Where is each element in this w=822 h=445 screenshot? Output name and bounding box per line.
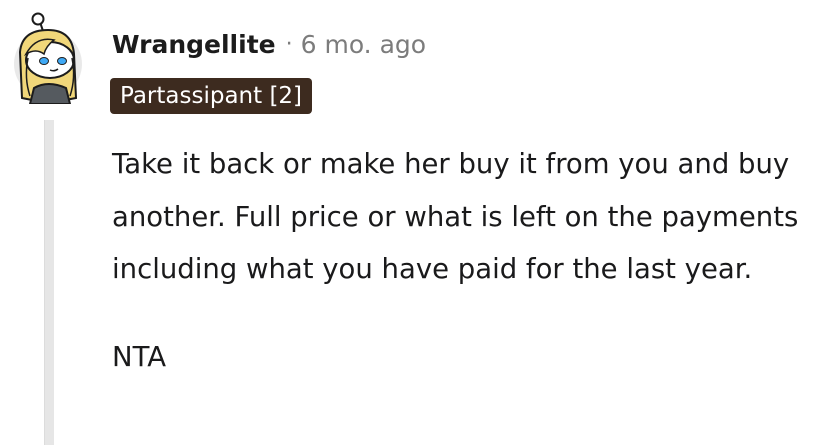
thread-collapse-line[interactable] — [44, 120, 54, 445]
meta-separator: · — [285, 31, 293, 57]
comment-header: Wrangellite · 6 mo. ago — [112, 26, 426, 62]
comment-timestamp[interactable]: 6 mo. ago — [301, 30, 426, 59]
comment-author-link[interactable]: Wrangellite — [112, 30, 276, 59]
comment-paragraph: NTA — [112, 340, 167, 373]
comment-body: Take it back or make her buy it from you… — [112, 138, 812, 383]
user-flair-badge: Partassipant [2] — [110, 78, 313, 114]
avatar[interactable] — [6, 8, 90, 105]
comment-paragraph: Take it back or make her buy it from you… — [112, 148, 799, 285]
snoo-avatar-icon — [14, 12, 82, 105]
